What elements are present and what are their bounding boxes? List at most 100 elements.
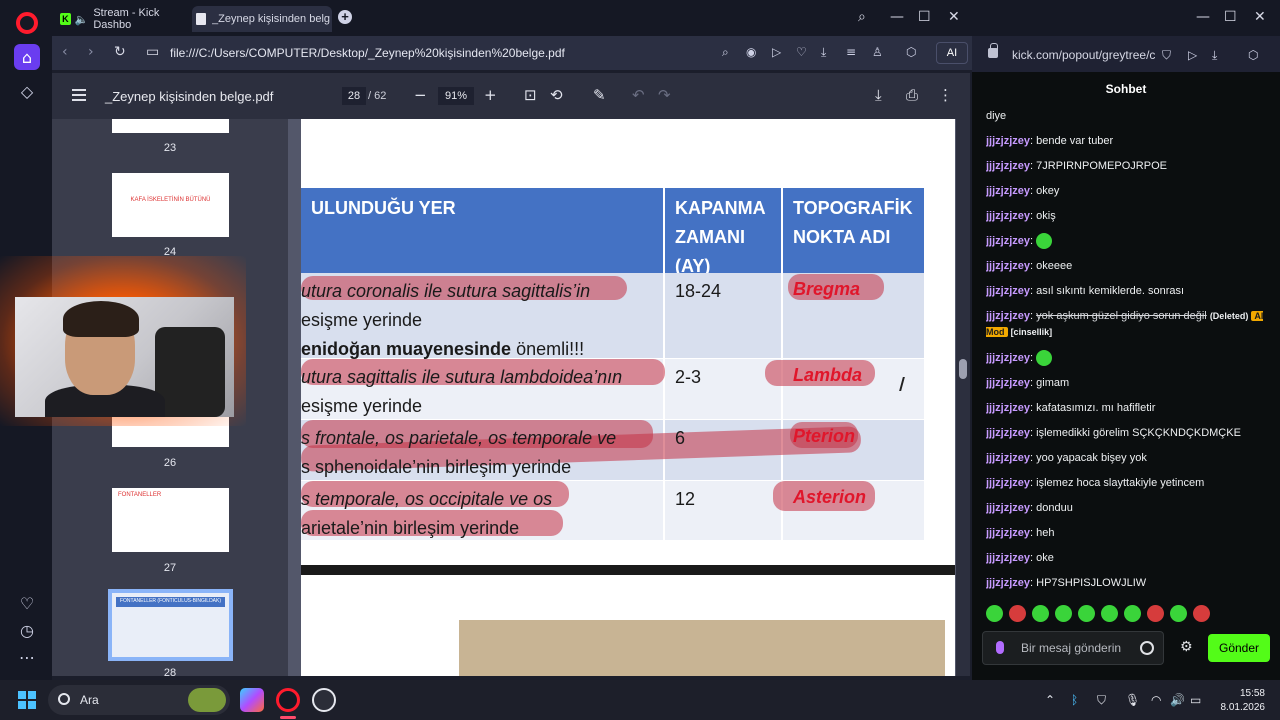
chat-maximize-button[interactable]: ☐ [1224, 9, 1237, 25]
history-icon[interactable]: ◷ [14, 617, 40, 643]
scrollbar-thumb[interactable] [959, 359, 967, 379]
tab-pdf[interactable]: _Zeynep kişisinden belge. [192, 6, 332, 32]
chat-username[interactable]: jjjzjzjzey [986, 577, 1030, 589]
zoom-out-icon[interactable]: − [414, 86, 427, 104]
back-icon[interactable]: ‹ [62, 44, 68, 60]
search-tabs-icon[interactable]: ⌕ [858, 9, 866, 25]
profile-icon[interactable]: ♙ [872, 45, 883, 59]
chat-username[interactable]: jjjzjzjzey [986, 527, 1030, 539]
pdf-download-icon[interactable]: ⤓ [875, 86, 882, 104]
page-number-input[interactable]: 28 [342, 87, 366, 105]
home-icon[interactable]: ⌂ [14, 44, 40, 70]
wifi-icon[interactable]: ◠ [1151, 693, 1161, 707]
volume-icon[interactable]: 🔊 [1170, 693, 1185, 707]
windows-start-icon[interactable] [18, 691, 36, 709]
undo-icon[interactable]: ↶ [632, 86, 645, 104]
pdf-menu-icon[interactable] [72, 89, 86, 101]
chat-username[interactable]: jjjzjzjzey [986, 135, 1030, 147]
chat-settings-gear-icon[interactable]: ⚙ [1180, 639, 1193, 655]
print-icon[interactable]: ⎙ [906, 86, 918, 104]
chat-username[interactable]: jjjzjzjzey [986, 260, 1030, 272]
chat-username[interactable]: jjjzjzjzey [986, 310, 1030, 322]
zoom-input[interactable]: 91% [438, 87, 474, 105]
emoji-picker-icon[interactable] [1140, 641, 1154, 655]
annotate-icon[interactable]: ✎ [593, 86, 606, 104]
play-icon[interactable]: ▷ [1188, 48, 1197, 62]
reload-icon[interactable]: ↻ [114, 44, 126, 60]
close-button[interactable]: ✕ [948, 9, 960, 25]
thumbnail-page[interactable] [112, 119, 229, 133]
chat-username[interactable]: jjjzjzjzey [986, 502, 1030, 514]
menu-lines-icon[interactable]: ≡ [846, 45, 856, 59]
chat-url-field[interactable]: kick.com/popout/greytree/c [1012, 48, 1155, 62]
shield-icon[interactable]: ⛉ [1162, 48, 1171, 63]
chat-username[interactable]: jjjzjzjzey [986, 377, 1030, 389]
opera-taskbar-icon[interactable] [276, 688, 300, 712]
speaker-icon[interactable]: 🔈 [75, 13, 89, 26]
play-icon[interactable]: ▷ [772, 45, 781, 59]
rotate-icon[interactable]: ⟲ [550, 86, 563, 104]
opera-logo-icon[interactable] [16, 12, 38, 34]
minimize-button[interactable]: — [890, 9, 904, 25]
download-icon[interactable]: ⤓ [821, 45, 826, 60]
chat-username[interactable]: jjjzjzjzey [986, 235, 1030, 247]
new-tab-button[interactable]: + [338, 10, 352, 24]
extension-icon[interactable]: ⬡ [906, 45, 916, 59]
emote-icon[interactable] [1170, 605, 1187, 622]
bookmark-heart-icon[interactable]: ♡ [796, 45, 807, 59]
chat-username[interactable]: jjjzjzjzey [986, 352, 1030, 364]
url-field[interactable]: file:///C:/Users/COMPUTER/Desktop/_Zeyne… [170, 46, 565, 60]
thumbnail-page[interactable]: KAFA İSKELETİNİN BÜTÜNÜ [112, 173, 229, 237]
battery-icon[interactable]: ▭ [1190, 693, 1201, 707]
chat-username[interactable]: jjjzjzjzey [986, 477, 1030, 489]
ai-button[interactable]: AI [936, 42, 968, 64]
microphone-tray-icon[interactable]: 🎙 [1125, 693, 1140, 707]
tab-kick-dashboard[interactable]: K 🔈 Stream - Kick Dashbo [56, 6, 188, 32]
emote-icon[interactable] [1147, 605, 1164, 622]
chat-username[interactable]: jjjzjzjzey [986, 427, 1030, 439]
maximize-button[interactable]: ☐ [918, 9, 931, 25]
chat-username[interactable]: jjjzjzjzey [986, 185, 1030, 197]
chat-username[interactable]: jjjzjzjzey [986, 552, 1030, 564]
send-button[interactable]: Gönder [1208, 634, 1270, 662]
heart-icon[interactable]: ♡ [14, 590, 40, 616]
chat-message-input[interactable]: Bir mesaj gönderin [982, 631, 1164, 665]
chat-close-button[interactable]: ✕ [1254, 9, 1266, 25]
chat-username[interactable]: jjjzjzjzey [986, 160, 1030, 172]
emote-icon[interactable] [1078, 605, 1095, 622]
chat-message-list[interactable]: diye jjjzjzjzey: bende var tuber jjjzjzj… [986, 104, 1272, 596]
taskbar-clock[interactable]: 15:58 8.01.2026 [1210, 687, 1266, 715]
fit-page-icon[interactable]: ⊡ [524, 86, 537, 104]
more-icon[interactable]: ⋯ [14, 644, 40, 670]
emote-icon[interactable] [986, 605, 1003, 622]
emote-icon[interactable] [1009, 605, 1026, 622]
emote-icon[interactable] [1193, 605, 1210, 622]
emote-icon[interactable] [1101, 605, 1118, 622]
thumbnail-page[interactable]: FONTANELLER [112, 488, 229, 552]
chat-minimize-button[interactable]: — [1196, 9, 1210, 25]
thumbnail-page-current[interactable]: FONTANELLER (FONTICULUS-BINGILDAK) [108, 589, 233, 661]
pdf-more-icon[interactable]: ⋮ [938, 86, 953, 104]
camera-icon[interactable]: ◉ [746, 45, 756, 59]
emote-icon[interactable] [1055, 605, 1072, 622]
obs-icon[interactable] [312, 688, 336, 712]
taskbar-search[interactable]: Ara [48, 685, 230, 715]
security-icon[interactable]: ⛉ [1097, 693, 1106, 708]
chat-username[interactable]: jjjzjzjzey [986, 285, 1030, 297]
extension-icon[interactable]: ⬡ [1248, 48, 1258, 62]
download-icon[interactable]: ⤓ [1212, 48, 1217, 63]
emote-icon[interactable] [1032, 605, 1049, 622]
speed-dial-icon[interactable]: ◇ [14, 78, 40, 104]
redo-icon[interactable]: ↷ [658, 86, 671, 104]
tray-expand-icon[interactable]: ⌃ [1045, 693, 1055, 707]
bluetooth-icon[interactable]: ᛒ [1071, 693, 1078, 707]
emote-icon[interactable] [1124, 605, 1141, 622]
chat-username[interactable]: jjjzjzjzey [986, 452, 1030, 464]
lens-icon[interactable]: ⌕ [722, 45, 729, 60]
zoom-in-icon[interactable]: + [484, 86, 497, 104]
microsoft365-icon[interactable] [240, 688, 264, 712]
microphone-icon[interactable] [996, 641, 1004, 654]
chat-username[interactable]: jjjzjzjzey [986, 402, 1030, 414]
pdf-scrollbar[interactable] [956, 119, 970, 676]
chat-username[interactable]: jjjzjzjzey [986, 210, 1030, 222]
